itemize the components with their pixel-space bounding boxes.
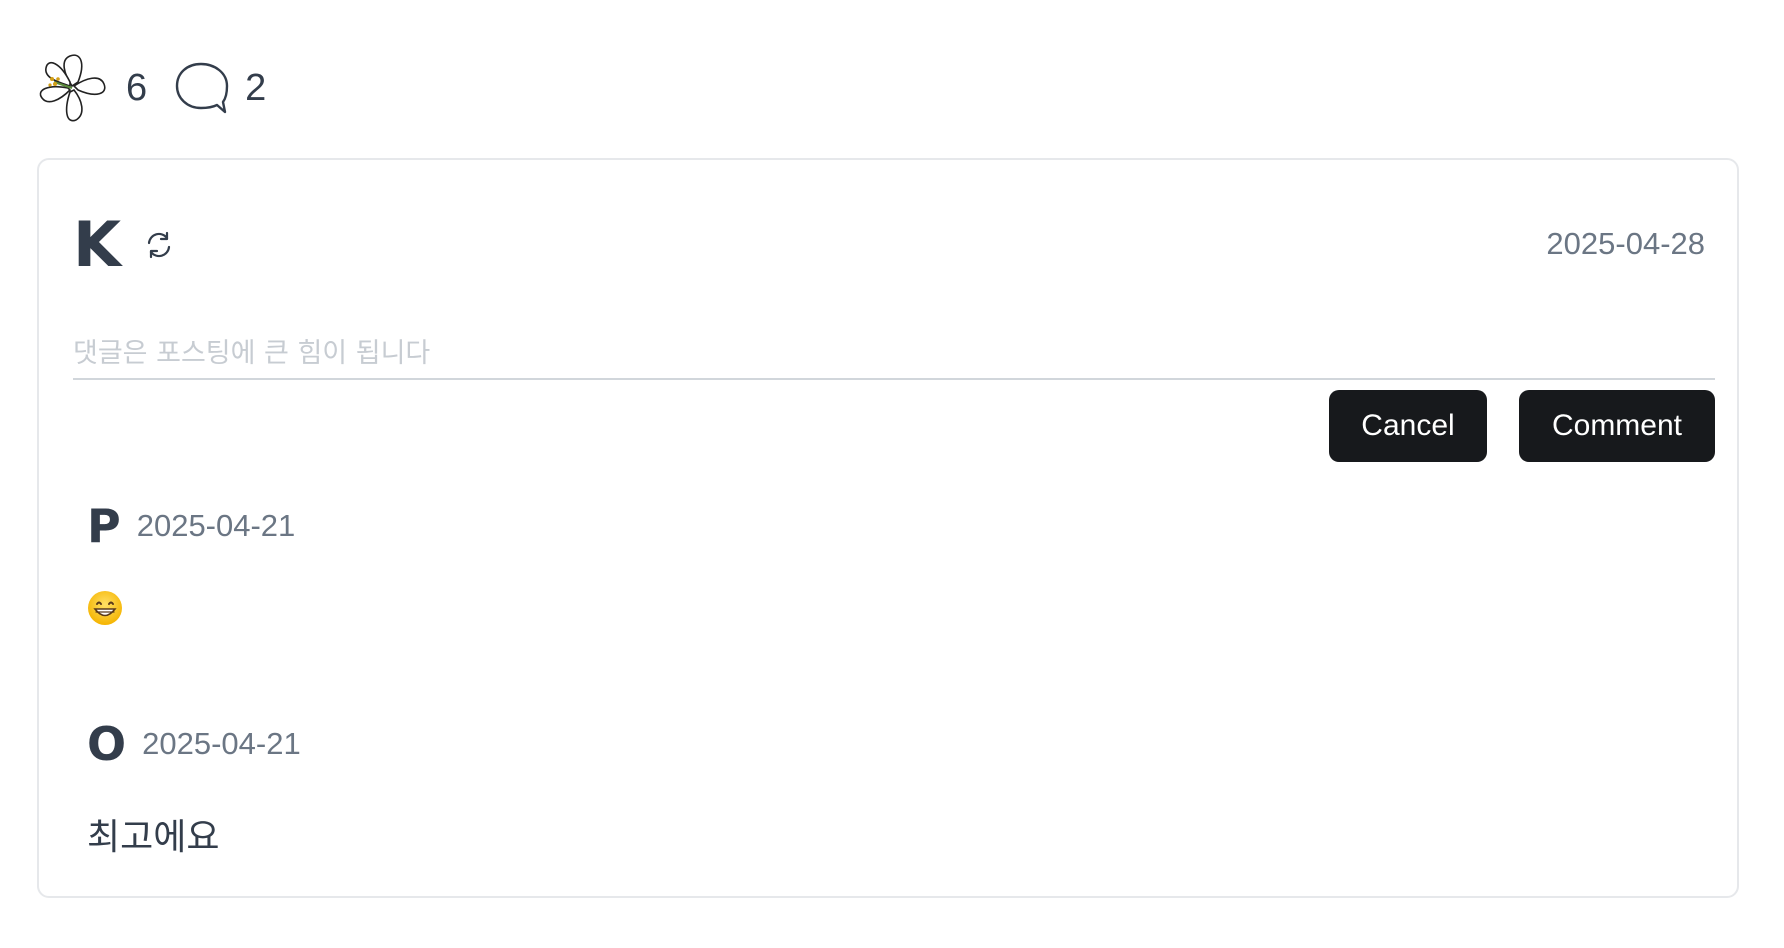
cancel-button[interactable]: Cancel xyxy=(1329,390,1487,462)
flower-count: 6 xyxy=(126,66,148,109)
grinning-face-emoji-icon xyxy=(87,590,123,635)
avatar: O xyxy=(87,717,127,771)
comment-header: O 2025-04-21 xyxy=(87,718,301,770)
refresh-icon[interactable] xyxy=(143,229,175,261)
comment-count: 2 xyxy=(245,66,267,109)
comment-button[interactable]: Comment xyxy=(1519,390,1715,462)
hibiscus-flower-icon[interactable] xyxy=(34,52,110,124)
comment-body: 최고에요 xyxy=(87,817,220,858)
comment-item: P 2025-04-21 xyxy=(87,500,295,635)
comment-card: K 2025-04-28 Cancel Comment P 2025-04-21 xyxy=(37,158,1739,898)
composer-header: K xyxy=(73,210,175,280)
comment-date: 2025-04-21 xyxy=(136,508,296,543)
speech-bubble-icon[interactable] xyxy=(173,60,229,116)
comment-body xyxy=(87,590,295,635)
avatar: K xyxy=(73,208,122,281)
comment-date: 2025-04-21 xyxy=(142,726,301,761)
comment-input[interactable] xyxy=(73,328,1715,380)
composer-date: 2025-04-28 xyxy=(1546,226,1705,261)
avatar: P xyxy=(87,499,121,553)
comment-header: P 2025-04-21 xyxy=(87,500,295,552)
comment-item: O 2025-04-21 최고에요 xyxy=(87,718,301,860)
post-stats: 6 2 xyxy=(34,52,292,124)
